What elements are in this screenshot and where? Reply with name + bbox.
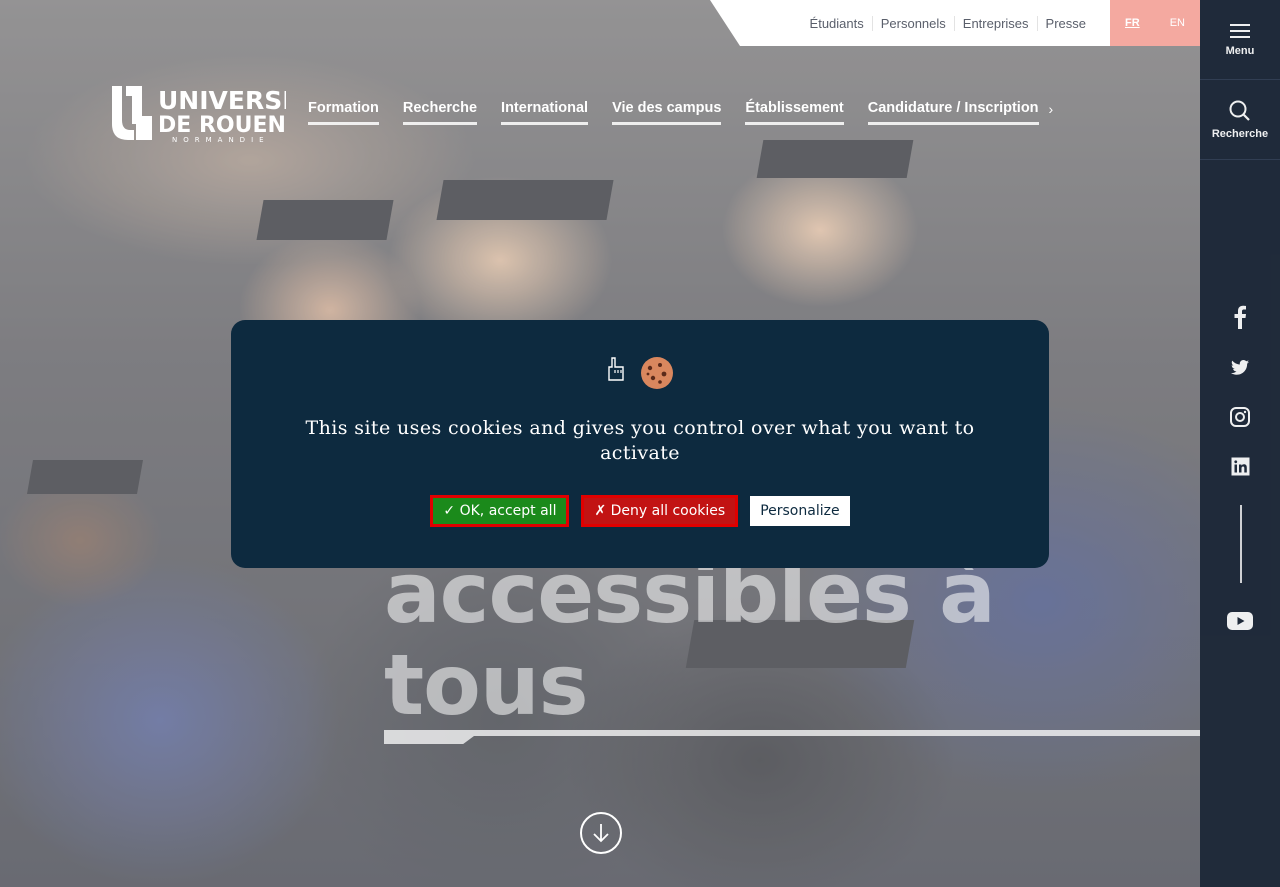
graduation-cap [756,140,914,178]
nav-item-formation[interactable]: Formation [308,100,379,125]
linkedin-icon [1231,457,1249,476]
accept-all-button[interactable]: ✓ OK, accept all [430,495,570,527]
twitter-link[interactable] [1200,360,1280,375]
hamburger-icon [1230,23,1250,38]
menu-button[interactable]: Menu [1200,0,1280,80]
facebook-icon [1234,305,1246,329]
main-nav: Formation Recherche International Vie de… [308,100,1053,125]
nav-item-vie-des-campus[interactable]: Vie des campus [612,100,722,125]
logo-line3: NORMANDIE [172,136,270,144]
personalize-button[interactable]: Personalize [750,496,850,526]
instagram-icon [1230,407,1250,427]
facebook-link[interactable] [1200,305,1280,329]
pointing-hand-icon [608,357,624,381]
youtube-icon [1227,612,1253,630]
logo-line2: DE ROUEN [158,113,286,138]
nav-item-recherche[interactable]: Recherche [402,100,478,125]
deny-all-button[interactable]: ✗ Deny all cookies [581,495,739,527]
nav-next-chevron-icon[interactable]: › [1049,100,1054,125]
lang-fr[interactable]: FR [1125,17,1140,29]
cookie-consent-dialog: This site uses cookies and gives you con… [231,320,1049,568]
instagram-link[interactable] [1200,407,1280,427]
logo-mark: UNIVERSITÉ DE ROUEN NORMANDIE [112,86,326,144]
hero-underline [384,730,1200,736]
utility-link-presse[interactable]: Presse [1036,15,1094,31]
utility-link-personnels[interactable]: Personnels [871,15,954,31]
nav-item-etablissement[interactable]: Établissement [745,100,844,125]
arrow-down-icon [593,824,609,843]
search-button[interactable]: Recherche [1200,80,1280,160]
hero-underline-accent [384,736,474,744]
graduation-cap [436,180,614,220]
linkedin-link[interactable] [1200,457,1280,476]
university-logo[interactable]: UNIVERSITÉ DE ROUEN NORMANDIE [110,80,326,144]
cookie-icon [641,357,673,389]
cookie-icons [231,356,1049,390]
utility-nav: Étudiants Personnels Entreprises Presse [710,0,1110,46]
hero-line-3: tous [384,636,589,734]
twitter-icon [1231,360,1249,375]
cookie-actions: ✓ OK, accept all ✗ Deny all cookies Pers… [231,495,1049,527]
nav-item-candidature[interactable]: Candidature / Inscription [867,100,1039,125]
search-icon [1229,100,1250,121]
menu-label: Menu [1225,44,1255,57]
language-switcher: FR EN [1110,0,1200,46]
utility-link-etudiants[interactable]: Étudiants [802,16,872,31]
cookie-message: This site uses cookies and gives you con… [305,417,975,464]
search-label: Recherche [1211,127,1269,140]
nav-item-international[interactable]: International [501,100,589,125]
graduation-cap [27,460,143,494]
scroll-down-button[interactable] [580,812,622,854]
graduation-cap [256,200,394,240]
right-sidebar: Menu Recherche [1200,0,1280,887]
lang-en[interactable]: EN [1170,17,1185,29]
logo-line1: UNIVERSITÉ [158,86,286,115]
utility-link-entreprises[interactable]: Entreprises [953,15,1037,31]
social-divider [1240,505,1242,583]
youtube-link[interactable] [1200,612,1280,630]
